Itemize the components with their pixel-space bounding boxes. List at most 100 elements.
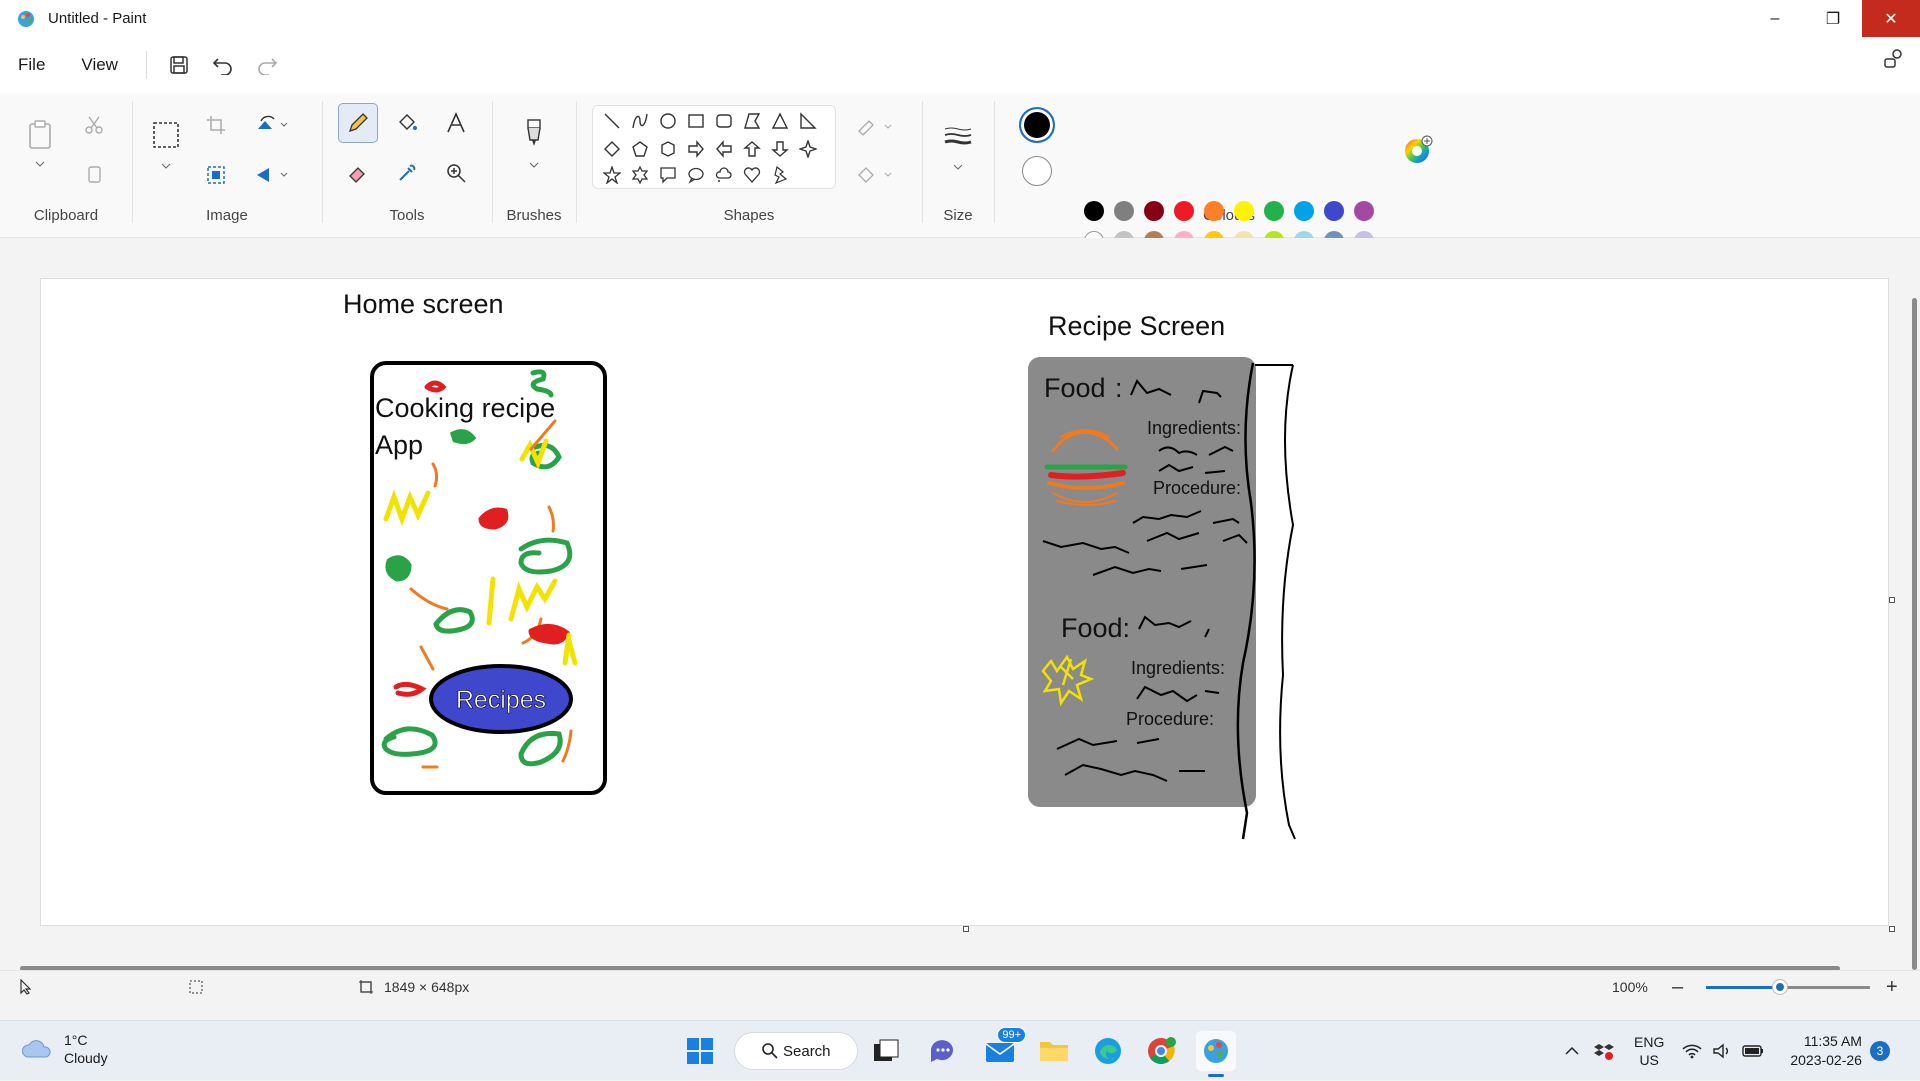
primary-colour[interactable] [1019, 107, 1055, 143]
up-arrow-shape[interactable] [739, 136, 765, 162]
redo-button[interactable] [245, 45, 289, 85]
clock[interactable]: 11:35 AM 2023-02-26 [1790, 1032, 1862, 1070]
palette-swatch[interactable] [1084, 201, 1104, 221]
copy-button[interactable] [74, 155, 114, 195]
palette-swatch[interactable] [1354, 201, 1374, 221]
zoom-percent[interactable]: 100% [1612, 971, 1648, 1003]
language-line1: ENG [1634, 1034, 1665, 1050]
start-button[interactable] [680, 1031, 720, 1071]
menu-view[interactable]: View [63, 55, 136, 75]
scroll-edge-line-2 [1279, 364, 1296, 840]
triangle-shape[interactable] [767, 108, 793, 134]
file-explorer-button[interactable] [1034, 1031, 1074, 1071]
rounded-rectangle-shape[interactable] [711, 108, 737, 134]
palette-swatch[interactable] [1144, 201, 1164, 221]
five-point-star-shape[interactable] [599, 162, 625, 188]
zoom-slider[interactable] [1706, 971, 1870, 1003]
resize-button[interactable] [196, 155, 236, 195]
battery-icon[interactable] [1742, 1044, 1764, 1058]
vertical-scrollbar[interactable] [1908, 258, 1920, 970]
mail-button[interactable]: 99+ [980, 1027, 1026, 1071]
palette-swatch[interactable] [1294, 201, 1314, 221]
dropbox-icon[interactable] [1594, 1041, 1614, 1061]
drawing-canvas[interactable]: Home screen Cooking recipe App Recipes R… [40, 278, 1889, 926]
weather-widget[interactable]: 1°C Cloudy [20, 1031, 108, 1067]
shapes-gallery [592, 105, 836, 189]
vertical-scroll-thumb[interactable] [1912, 298, 1917, 970]
paint-taskbar-button[interactable] [1196, 1031, 1236, 1077]
chrome-button[interactable] [1142, 1031, 1182, 1071]
volume-icon[interactable] [1712, 1043, 1732, 1059]
minimize-button[interactable]: – [1746, 0, 1804, 37]
pencil-tool[interactable] [338, 103, 378, 143]
left-arrow-shape[interactable] [711, 136, 737, 162]
palette-swatch[interactable] [1174, 201, 1194, 221]
magnifier-tool[interactable] [436, 153, 476, 193]
polygon-shape[interactable] [739, 108, 765, 134]
lightning-shape[interactable] [767, 162, 793, 188]
share-button[interactable] [1882, 47, 1906, 71]
restore-button[interactable]: ❐ [1804, 0, 1862, 37]
chat-button[interactable] [922, 1031, 962, 1071]
zoom-in-button[interactable]: + [1886, 971, 1898, 1003]
four-point-star-shape[interactable] [795, 136, 821, 162]
size-dropdown[interactable] [938, 157, 978, 177]
zoom-out-button[interactable]: – [1672, 971, 1683, 1003]
brushes-button[interactable] [514, 113, 554, 153]
paste-dropdown[interactable] [20, 153, 60, 175]
palette-swatch[interactable] [1114, 201, 1134, 221]
pentagon-shape[interactable] [627, 136, 653, 162]
taskbar-search[interactable]: Search [734, 1032, 858, 1070]
wifi-icon[interactable] [1682, 1043, 1702, 1059]
right-arrow-shape[interactable] [683, 136, 709, 162]
oval-callout-shape[interactable] [683, 162, 709, 188]
rectangular-callout-shape[interactable] [655, 162, 681, 188]
palette-swatch[interactable] [1324, 201, 1344, 221]
palette-swatch[interactable] [1204, 201, 1224, 221]
fill-tool[interactable] [387, 103, 427, 143]
edit-colours-button[interactable] [1403, 135, 1433, 165]
six-point-star-shape[interactable] [627, 162, 653, 188]
resize-handle-right[interactable] [1889, 597, 1895, 603]
text-tool[interactable] [436, 103, 476, 143]
right-triangle-shape[interactable] [795, 108, 821, 134]
paste-button[interactable] [20, 115, 60, 155]
outline-button[interactable] [852, 107, 898, 147]
palette-swatch[interactable] [1264, 201, 1284, 221]
flip-button[interactable] [244, 155, 300, 195]
zoom-slider-thumb[interactable] [1772, 979, 1787, 994]
canvas-size-display: 1849 × 648px [358, 971, 469, 1003]
brushes-dropdown[interactable] [514, 155, 554, 175]
heart-shape[interactable] [739, 162, 765, 188]
cloud-callout-shape[interactable] [711, 162, 737, 188]
eraser-tool[interactable] [338, 153, 378, 193]
diamond-shape[interactable] [599, 136, 625, 162]
task-view-button[interactable] [866, 1031, 906, 1071]
language-indicator[interactable]: ENG US [1634, 1033, 1664, 1069]
menu-file[interactable]: File [0, 55, 63, 75]
size-button[interactable] [938, 117, 978, 157]
select-button[interactable] [146, 115, 186, 155]
save-button[interactable] [157, 45, 201, 85]
hexagon-shape[interactable] [655, 136, 681, 162]
curve-shape[interactable] [627, 108, 653, 134]
palette-swatch[interactable] [1234, 201, 1254, 221]
line-shape[interactable] [599, 108, 625, 134]
notification-badge[interactable]: 3 [1869, 1041, 1890, 1061]
rotate-button[interactable] [244, 105, 300, 145]
rectangle-shape[interactable] [683, 108, 709, 134]
fill-style-button[interactable] [852, 155, 898, 195]
edge-button[interactable] [1088, 1031, 1128, 1071]
secondary-colour[interactable] [1022, 156, 1052, 186]
chevron-up-icon[interactable] [1564, 1046, 1580, 1056]
close-button[interactable]: ✕ [1862, 0, 1920, 37]
oval-shape[interactable] [655, 108, 681, 134]
crop-button[interactable] [196, 105, 236, 145]
down-arrow-shape[interactable] [767, 136, 793, 162]
resize-handle-bottom[interactable] [963, 926, 969, 932]
undo-button[interactable] [201, 45, 245, 85]
cut-button[interactable] [74, 105, 114, 145]
resize-handle-corner[interactable] [1889, 926, 1895, 932]
colour-picker-tool[interactable] [387, 153, 427, 193]
select-dropdown[interactable] [146, 155, 186, 177]
